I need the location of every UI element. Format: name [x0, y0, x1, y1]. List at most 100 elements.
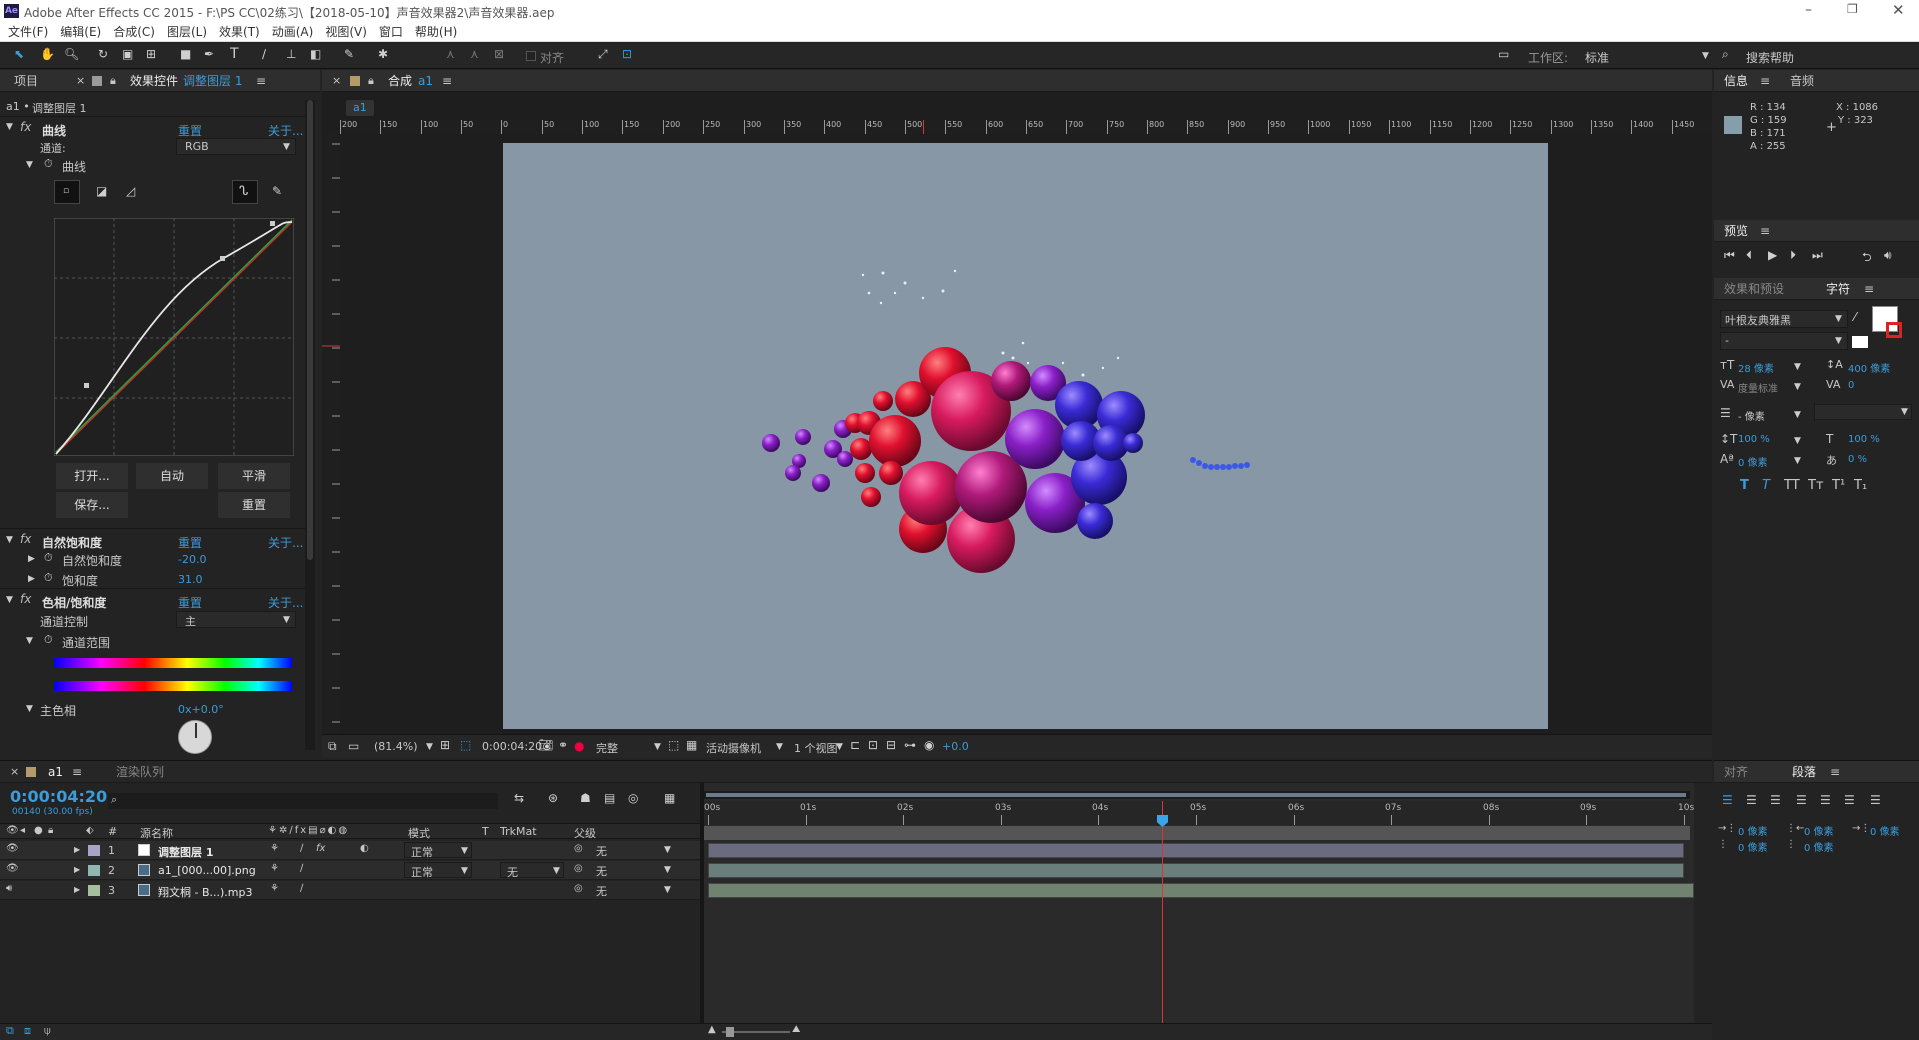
stroke-color-swatch[interactable] — [1886, 322, 1902, 338]
close-icon[interactable]: ✕ — [1892, 1, 1905, 19]
justify-right-icon[interactable]: ☰ — [1844, 793, 1855, 807]
stopwatch-icon[interactable]: ⏱ — [44, 571, 53, 585]
menu-file[interactable]: 文件(F) — [8, 25, 48, 39]
text-tool-icon[interactable]: T — [230, 46, 239, 62]
stopwatch-icon[interactable]: ⏱ — [44, 551, 53, 565]
tsume-value[interactable]: 0 % — [1848, 454, 1867, 465]
current-time[interactable]: 0:00:04:20 — [482, 740, 542, 753]
align-right-icon[interactable]: ☰ — [1770, 793, 1781, 807]
huesat-about-link[interactable]: 关于... — [268, 594, 303, 611]
layer-duration-bar[interactable] — [708, 843, 1684, 858]
pick-whip-icon[interactable]: ◎ — [574, 843, 583, 854]
curve-expand-icon[interactable]: ▼ — [26, 160, 33, 170]
zoom-out-icon[interactable]: ▲ — [708, 1024, 716, 1035]
subscript-button[interactable]: T₁ — [1854, 478, 1867, 493]
lock-switch-icon[interactable]: 🔒︎ — [48, 825, 53, 836]
world-axis-icon[interactable]: ⋏ — [470, 47, 479, 61]
lock-icon[interactable]: 🔒︎ — [368, 70, 374, 92]
menu-layer[interactable]: 图层(L) — [167, 25, 207, 39]
fx-icon[interactable]: fx — [20, 532, 31, 546]
exposure-value[interactable]: +0.0 — [942, 740, 969, 753]
fast-preview-icon[interactable]: ⊡ — [868, 738, 878, 752]
search-icon[interactable]: ⌕ — [1722, 47, 1729, 62]
master-hue-dial[interactable] — [178, 720, 212, 754]
layer-row[interactable]: 🔊︎ ▶ 3 翔文桐 - B...).mp3 ⚘ ∕ ◎ 无 ▼ — [0, 881, 700, 900]
comp-subtab[interactable]: a1 — [346, 100, 374, 116]
composition-canvas[interactable] — [503, 143, 1548, 729]
vertical-scale-value[interactable]: 100 % — [1738, 434, 1770, 445]
flowchart-icon[interactable]: ⊶ — [904, 738, 916, 752]
restore-icon[interactable]: ❐ — [1847, 2, 1858, 16]
minimize-icon[interactable]: – — [1805, 2, 1812, 18]
indent-left-value[interactable]: 0 像素 — [1738, 823, 1768, 838]
layer-label-color[interactable] — [88, 885, 100, 896]
prev-frame-icon[interactable]: ⏴ — [1746, 248, 1752, 263]
space-after-value[interactable]: 0 像素 — [1804, 839, 1834, 854]
workspace-value[interactable]: 标准 — [1585, 49, 1609, 66]
tab-effect-controls-layer[interactable]: 调整图层 1 — [183, 70, 242, 92]
shy-layers-icon[interactable]: ☗ — [580, 791, 591, 805]
small-caps-button[interactable]: Tт — [1808, 478, 1824, 493]
camera-dropdown-icon[interactable]: ▼ — [776, 742, 783, 752]
snap-icon[interactable]: ⤢ — [598, 47, 608, 62]
panel-menu-icon[interactable]: ≡ — [442, 70, 452, 92]
layer-row[interactable]: 👁︎ ▶ 1 调整图层 1 ⚘ ∕ fx ◐ 正常 ▼ ◎ 无 ▼ — [0, 841, 700, 860]
mask-visibility-icon[interactable]: ⬚ — [460, 738, 471, 752]
channel-control-dropdown[interactable]: 主 ▼ — [176, 611, 296, 628]
layer-row[interactable]: 👁︎ ▶ 2 a1_[000...00].png ⚘ ∕ 正常 ▼ 无 ▼ ◎ 无 ▼ — [0, 861, 700, 880]
layer-label-color[interactable] — [88, 845, 100, 856]
panel-menu-icon[interactable]: ≡ — [1760, 70, 1770, 92]
zoom-dropdown-icon[interactable]: ▼ — [426, 742, 433, 752]
frame-blending-icon[interactable]: ▤ — [604, 791, 615, 805]
work-area-track[interactable] — [704, 826, 1690, 840]
brush-tool-icon[interactable]: ∕ — [262, 47, 266, 61]
layer-name[interactable]: a1_[000...00].png — [158, 864, 256, 877]
view-layout-value[interactable]: 1 个视图 — [794, 740, 838, 756]
menu-window[interactable]: 窗口 — [379, 25, 403, 39]
master-hue-value[interactable]: 0x+0.0° — [178, 703, 224, 716]
superscript-button[interactable]: T¹ — [1832, 478, 1845, 493]
panel-menu-icon[interactable]: ≡ — [1864, 278, 1874, 300]
layer-duration-bar[interactable] — [708, 863, 1684, 878]
vibrance-expand-icon[interactable]: ▼ — [6, 535, 13, 545]
all-caps-button[interactable]: TT — [1784, 478, 1800, 493]
panel-menu-icon[interactable]: ≡ — [72, 761, 82, 783]
hand-tool-icon[interactable]: ✋ — [40, 47, 55, 61]
curves-reset-link[interactable]: 重置 — [178, 122, 202, 139]
menu-edit[interactable]: 编辑(E) — [60, 25, 101, 39]
audio-switch-icon[interactable]: ◂ — [20, 825, 25, 836]
zoom-slider-handle[interactable] — [726, 1027, 734, 1037]
chevron-down-icon[interactable]: ▼ — [1794, 456, 1801, 466]
graph-editor-icon[interactable]: ▦ — [664, 791, 675, 805]
rectangle-tool-icon[interactable]: ■ — [180, 47, 191, 61]
leading-value[interactable]: 400 像素 — [1848, 360, 1890, 375]
parent-dropdown[interactable]: 无 ▼ — [590, 882, 676, 898]
timeline-timecode[interactable]: 0:00:04:20 — [10, 787, 107, 806]
pencil-tool-icon[interactable]: ✎ — [272, 184, 282, 198]
tab-timeline-comp[interactable]: a1 — [48, 761, 63, 783]
quality-switch-icon[interactable]: ∕ — [300, 843, 303, 854]
close-tab-icon[interactable]: × — [76, 70, 85, 92]
search-help-input[interactable]: 搜索帮助 — [1746, 49, 1794, 66]
curves-about-link[interactable]: 关于... — [268, 122, 303, 139]
huesat-reset-link[interactable]: 重置 — [178, 594, 202, 611]
title-safe-icon[interactable]: ⊞ — [440, 738, 450, 752]
resolution-value[interactable]: 完整 — [596, 740, 618, 756]
scrollbar[interactable] — [305, 100, 315, 750]
faux-bold-button[interactable]: T — [1740, 478, 1749, 493]
panel-menu-icon[interactable]: ≡ — [256, 70, 266, 92]
justify-center-icon[interactable]: ☰ — [1820, 793, 1831, 807]
stroke-type-dropdown[interactable]: ▼ — [1814, 404, 1912, 420]
tab-preview[interactable]: 预览 — [1724, 220, 1748, 242]
work-area-bar[interactable] — [704, 791, 1690, 799]
chevron-down-icon[interactable]: ▼ — [1794, 410, 1801, 420]
comp-mini-flowchart-icon[interactable]: ⇆ — [514, 791, 524, 805]
quality-switch-icon[interactable]: ∕ — [300, 863, 303, 874]
pick-whip-icon[interactable]: ◎ — [574, 863, 583, 874]
visibility-eye-icon[interactable]: 👁︎ — [6, 863, 19, 874]
close-tab-icon[interactable]: × — [332, 70, 341, 92]
camera-tool-icon[interactable]: ▣ — [122, 47, 133, 61]
space-before-value[interactable]: 0 像素 — [1738, 839, 1768, 854]
chevron-down-icon[interactable]: ▼ — [1794, 382, 1801, 392]
layer-name[interactable]: 调整图层 1 — [158, 844, 213, 860]
